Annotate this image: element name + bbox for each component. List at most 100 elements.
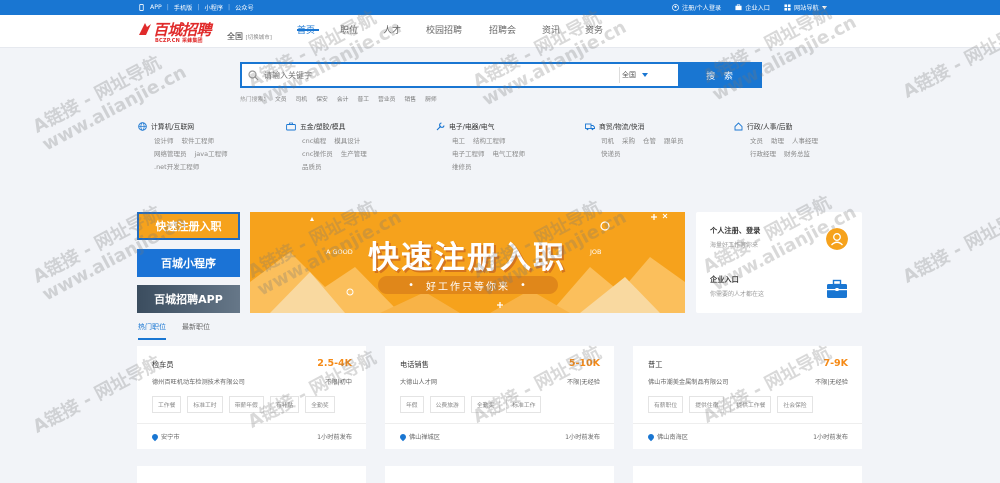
logo-mark-icon [139, 23, 151, 35]
company-entry-link[interactable]: 企业入口 [735, 3, 770, 12]
job-card-partial[interactable] [137, 466, 366, 483]
category-link[interactable]: 维修员 [452, 163, 472, 171]
divider: | [228, 4, 231, 11]
category-link[interactable]: 文员 [750, 137, 763, 145]
category-title[interactable]: 五金/塑胶/模具 [286, 121, 375, 131]
hot-search-item[interactable]: 厨师 [425, 94, 437, 103]
nav-news[interactable]: 资讯 [542, 23, 585, 41]
category-title[interactable]: 计算机/互联网 [138, 121, 236, 131]
job-card-partial[interactable] [385, 466, 614, 483]
user-icon [672, 4, 679, 11]
quick-register-button[interactable]: 快速注册入职 [137, 212, 240, 240]
tab-hot-jobs[interactable]: 热门职位 [138, 322, 166, 340]
city-selector[interactable]: 全国 [切换城市] [227, 31, 272, 42]
promo-banner[interactable]: A GOOD 快速注册入职 JOB • 好工作只等你来 • [250, 212, 685, 313]
mini-program-link[interactable]: 小程序 [204, 3, 223, 12]
job-location: 佛山禅城区 [398, 432, 440, 441]
category-link[interactable]: 仓管 [643, 137, 656, 145]
job-tag: 标准工作 [506, 396, 542, 413]
category-link[interactable]: 软件工程师 [182, 137, 215, 145]
location-pin-icon [646, 432, 656, 441]
tab-latest-jobs[interactable]: 最新职位 [182, 322, 210, 340]
job-card[interactable]: 电话销售 5-10K 大德山人才网 不限|无经验 年假 公费旅游 全勤奖 标准工… [385, 346, 614, 449]
category-computer: 计算机/互联网 设计师 软件工程师 网络管理员 java工程师 .net开发工程师 [138, 121, 236, 174]
wrench-icon [436, 121, 445, 130]
category-link[interactable]: 司机 [601, 137, 614, 145]
site-nav-menu[interactable]: 网站导航 [784, 3, 827, 12]
globe-icon [138, 121, 147, 131]
switch-city-link[interactable]: [切换城市] [246, 35, 272, 41]
official-account-link[interactable]: 公众号 [235, 3, 254, 12]
job-location: 安宁市 [150, 432, 180, 441]
search-city-value: 全国 [622, 71, 636, 79]
job-card[interactable]: 检车员 2.5-4K 德州百旺机动车检测技术有限公司 不限|初中 工作餐 标准工… [137, 346, 366, 449]
category-link[interactable]: 助理 [771, 137, 784, 145]
category-title-label: 商贸/物流/快消 [599, 123, 645, 131]
job-tags: 工作餐 标准工时 带薪年假 有补贴 全勤奖 [152, 396, 335, 413]
category-link[interactable]: 财务总监 [784, 150, 810, 158]
nav-services[interactable]: 资务 [585, 23, 628, 41]
category-logistics: 商贸/物流/快消 司机 采购 仓管 跟单员 快递员 [585, 121, 692, 161]
hot-search-item[interactable]: 会计 [337, 94, 349, 103]
banner-headline: 快速注册入职 [368, 240, 566, 276]
mini-program-button[interactable]: 百城小程序 [137, 249, 240, 277]
category-link[interactable]: 跟单员 [664, 137, 684, 145]
category-link[interactable]: 生产管理 [341, 150, 367, 158]
category-link[interactable]: cnc操作员 [302, 150, 333, 158]
job-location-text: 安宁市 [161, 434, 180, 441]
hot-search-item[interactable]: 保安 [316, 94, 328, 103]
banner-slogan: 好工作只等你来 [426, 281, 510, 293]
app-link[interactable]: APP [150, 4, 162, 11]
divider: | [197, 4, 200, 11]
nav-active-indicator [297, 29, 319, 31]
nav-talent[interactable]: 人才 [383, 23, 426, 41]
hot-search-item[interactable]: 文员 [275, 94, 287, 103]
category-link[interactable]: 电子工程师 [452, 150, 485, 158]
personal-register-entry[interactable]: 个人注册、登录 海量好工作等你来 [710, 226, 760, 249]
category-links: cnc编程 模具设计 cnc操作员 生产管理 品质员 [286, 135, 375, 174]
category-title-label: 行政/人事/后勤 [747, 123, 793, 131]
job-tag: 全勤奖 [305, 396, 335, 413]
job-tag: 标准工时 [187, 396, 223, 413]
nav-campus[interactable]: 校园招聘 [426, 23, 489, 41]
category-link[interactable]: 结构工程师 [473, 137, 506, 145]
category-link[interactable]: 设计师 [154, 137, 174, 145]
category-title[interactable]: 电子/电器/电气 [436, 121, 533, 131]
hot-search-item[interactable]: 销售 [404, 94, 416, 103]
home-icon [734, 121, 743, 130]
category-link[interactable]: 采购 [622, 137, 635, 145]
category-title[interactable]: 行政/人事/后勤 [734, 121, 826, 131]
category-link[interactable]: cnc编程 [302, 137, 326, 145]
category-link[interactable]: 快递员 [601, 150, 621, 158]
category-link[interactable]: 行政经理 [750, 150, 776, 158]
company-entry[interactable]: 企业入口 你需要的人才都在这 [710, 275, 764, 298]
search-input[interactable] [264, 64, 614, 86]
app-download-button[interactable]: 百城招聘APP [137, 285, 240, 313]
category-link[interactable]: 品质员 [302, 163, 322, 171]
person-icon[interactable] [826, 228, 848, 250]
search-city-select[interactable]: 全国 [622, 70, 648, 80]
nav-jobs[interactable]: 职位 [340, 23, 383, 41]
site-logo[interactable]: 百城招聘 BCZP.CN 采蜂集团 [137, 19, 222, 45]
hot-search-item[interactable]: 普工 [357, 94, 369, 103]
hot-search-item[interactable]: 司机 [296, 94, 308, 103]
category-link[interactable]: 电工 [452, 137, 465, 145]
category-link[interactable]: 电气工程师 [493, 150, 526, 158]
category-link[interactable]: 人事经理 [792, 137, 818, 145]
personal-login-link[interactable]: 注册/个人登录 [672, 3, 721, 12]
mobile-link[interactable]: 手机版 [174, 3, 193, 12]
category-hardware: 五金/塑胶/模具 cnc编程 模具设计 cnc操作员 生产管理 品质员 [286, 121, 375, 174]
category-link[interactable]: 网络管理员 [154, 150, 187, 158]
category-link[interactable]: .net开发工程师 [154, 163, 199, 171]
category-title[interactable]: 商贸/物流/快消 [585, 121, 692, 131]
hot-search-item[interactable]: 营业员 [378, 94, 395, 103]
category-link[interactable]: 模具设计 [334, 137, 360, 145]
job-card[interactable]: 普工 7-9K 佛山市潮美金属制品有限公司 不限|无经验 有薪职位 提供住宿 提… [633, 346, 862, 449]
nav-home[interactable]: 首页 [297, 23, 340, 41]
briefcase-icon[interactable] [826, 278, 848, 300]
category-link[interactable]: java工程师 [195, 150, 228, 158]
job-card-partial[interactable] [633, 466, 862, 483]
nav-job-fair[interactable]: 招聘会 [489, 23, 542, 41]
search-button[interactable]: 搜 索 [680, 62, 762, 88]
job-salary: 5-10K [568, 358, 600, 369]
